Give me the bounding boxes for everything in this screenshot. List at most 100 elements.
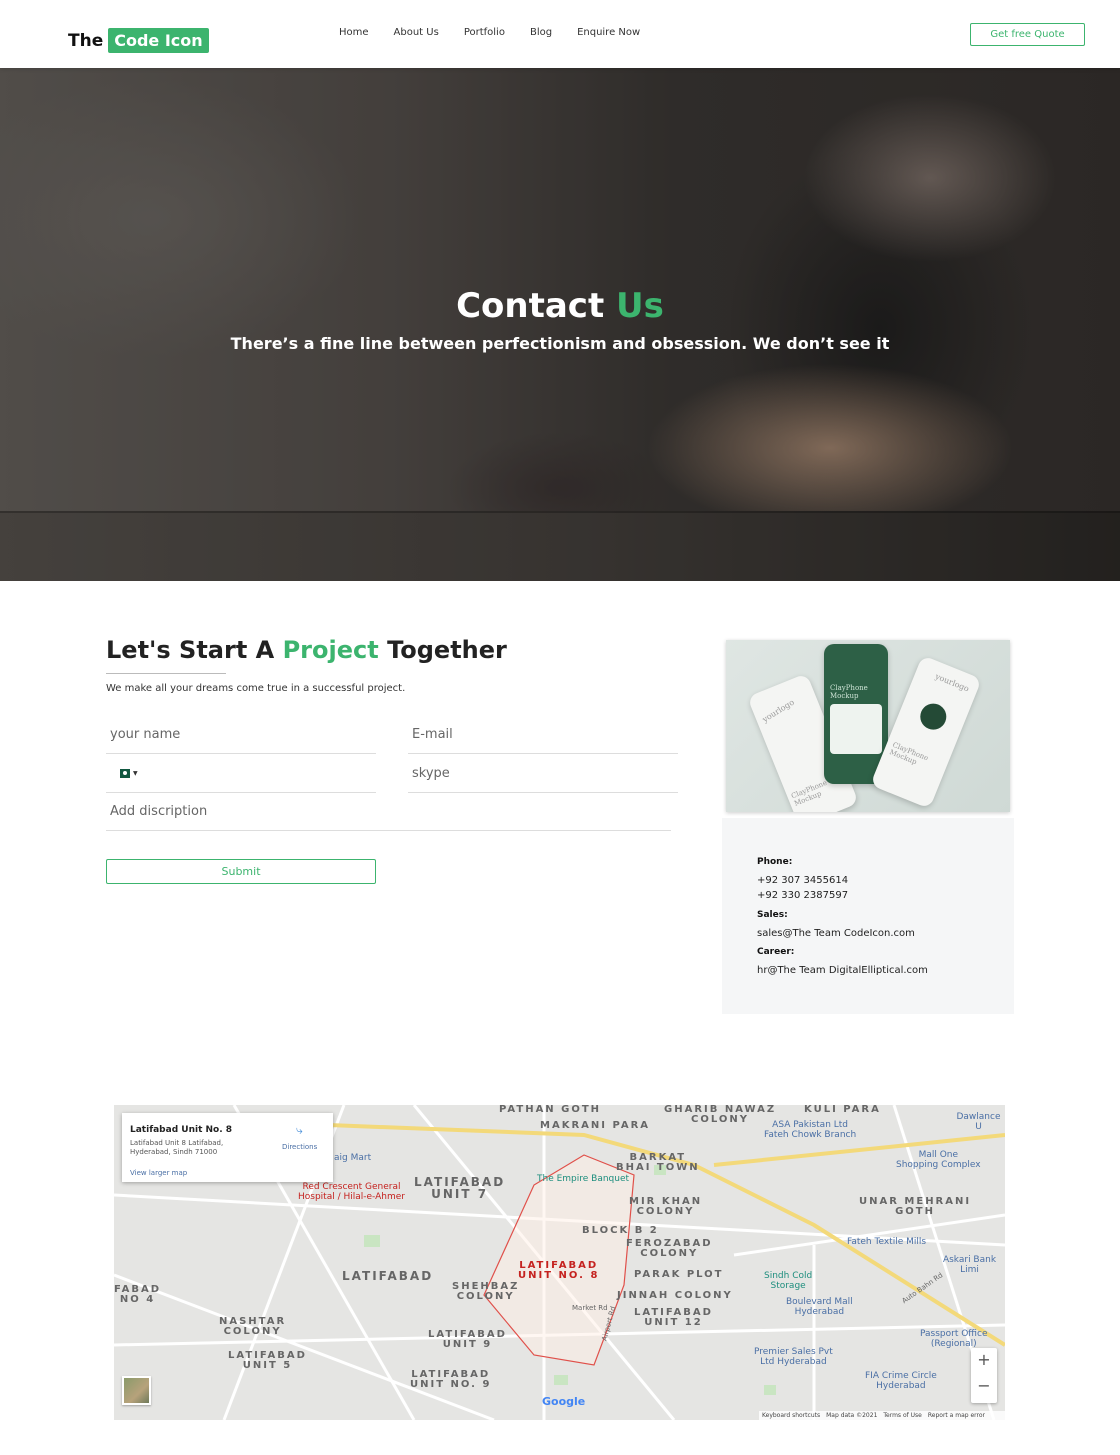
- keyboard-shortcuts-link[interactable]: Keyboard shortcuts: [762, 1412, 820, 1419]
- map-poi-red-crescent[interactable]: Red Crescent General Hospital / Hilal-e-…: [298, 1182, 405, 1203]
- map-poi-passport[interactable]: Passport Office (Regional): [920, 1329, 988, 1350]
- hero-subtitle: There’s a fine line between perfectionis…: [230, 334, 890, 353]
- map-address-line-2: Hyderabad, Sindh 71000: [130, 1148, 218, 1157]
- map-info-box: Latifabad Unit No. 8 Latifabad Unit 8 La…: [122, 1113, 333, 1182]
- chevron-down-icon[interactable]: ▼: [133, 770, 138, 777]
- map-label-jinnah: JINNAH COLONY: [617, 1290, 733, 1301]
- description-field[interactable]: Add discription: [106, 793, 671, 831]
- directions-icon[interactable]: ⤷: [296, 1123, 310, 1137]
- satellite-toggle[interactable]: [122, 1376, 151, 1405]
- nav-portfolio[interactable]: Portfolio: [464, 27, 505, 38]
- map-poi-mall-one[interactable]: Mall One Shopping Complex: [896, 1150, 981, 1171]
- map-label-mir-khan: MIR KHAN COLONY: [629, 1196, 703, 1217]
- skype-placeholder: skype: [412, 766, 450, 781]
- location-map[interactable]: PATHAN GOTH GHARIB NAWAZ COLONY KULI PAR…: [114, 1105, 1005, 1420]
- email-placeholder: E-mail: [412, 727, 453, 742]
- directions-link[interactable]: Directions: [282, 1143, 317, 1151]
- map-footer: Keyboard shortcuts Map data ©2021 Terms …: [759, 1411, 1005, 1420]
- map-poi-fia[interactable]: FIA Crime Circle Hyderabad: [865, 1371, 937, 1392]
- map-poi-aig-mart[interactable]: aig Mart: [334, 1153, 371, 1164]
- report-error-link[interactable]: Report a map error: [928, 1412, 985, 1419]
- terms-link[interactable]: Terms of Use: [883, 1412, 921, 1419]
- google-wordmark: Google: [542, 1395, 586, 1408]
- map-label-latifabad-no9: LATIFABAD UNIT NO. 9: [410, 1369, 492, 1390]
- main-nav: Home About Us Portfolio Blog Enquire Now: [339, 27, 665, 38]
- contact-info-card: Phone: +92 307 3455614 +92 330 2387597 S…: [722, 818, 1014, 1014]
- phone-mockup-image: yourlogo ClayPhone Mockup ClayPhone Mock…: [726, 640, 1010, 812]
- hero-title-accent: Us: [616, 286, 664, 326]
- map-label-makrani-para: MAKRANI PARA: [540, 1120, 651, 1131]
- map-label-shehbaz: SHEHBAZ COLONY: [452, 1281, 520, 1302]
- get-quote-button[interactable]: Get free Quote: [970, 23, 1085, 46]
- phone-number-1[interactable]: +92 307 3455614: [757, 875, 848, 886]
- map-label-fabad-4: FABAD NO 4: [114, 1284, 162, 1305]
- email-field[interactable]: E-mail: [408, 716, 678, 754]
- map-label-nashtar: NASHTAR COLONY: [219, 1316, 287, 1337]
- logo-text-box: Code Icon: [108, 28, 209, 53]
- map-label-latifabad: LATIFABAD: [342, 1269, 434, 1283]
- mockup-caption: ClayPhone Mockup: [888, 740, 930, 767]
- mockup-screen: [830, 704, 882, 754]
- pakistan-flag-icon[interactable]: [116, 769, 130, 778]
- sales-email[interactable]: sales@The Team CodeIcon.com: [757, 928, 915, 939]
- map-poi-premier[interactable]: Premier Sales Pvt Ltd Hyderabad: [754, 1347, 833, 1368]
- sales-label: Sales:: [757, 910, 788, 920]
- map-label-barkat-bhai: BARKAT BHAI TOWN: [616, 1152, 700, 1173]
- hero-title-main: Contact: [456, 286, 605, 326]
- map-poi-askari[interactable]: Askari Bank Limi: [934, 1255, 1005, 1276]
- section-title-accent: Project: [282, 636, 379, 664]
- career-label: Career:: [757, 947, 795, 957]
- map-label-gharib-nawaz: GHARIB NAWAZ COLONY: [664, 1105, 777, 1125]
- map-label-block-b2: BLOCK B 2: [582, 1225, 659, 1236]
- nav-home[interactable]: Home: [339, 27, 369, 38]
- map-poi-sindh-cold[interactable]: Sindh Cold Storage: [764, 1271, 812, 1292]
- mockup-leaf-icon: [916, 699, 951, 734]
- description-placeholder: Add discription: [110, 804, 208, 819]
- section-title-start: Let's Start A: [106, 636, 275, 664]
- logo-text-the: The: [68, 30, 104, 51]
- zoom-in-icon[interactable]: +: [971, 1350, 997, 1369]
- map-label-latifabad-5: LATIFABAD UNIT 5: [228, 1350, 307, 1371]
- nav-about[interactable]: About Us: [394, 27, 439, 38]
- name-field[interactable]: your name: [106, 716, 376, 754]
- map-address-line-1: Latifabad Unit 8 Latifabad,: [130, 1139, 224, 1147]
- nav-blog[interactable]: Blog: [530, 27, 552, 38]
- map-poi-dawlance[interactable]: Dawlance U: [952, 1112, 1005, 1133]
- map-info-address: Latifabad Unit 8 Latifabad, Hyderabad, S…: [130, 1139, 223, 1157]
- map-label-parak-plot: PARAK PLOT: [634, 1269, 724, 1280]
- map-label-ferozabad: FEROZABAD COLONY: [626, 1238, 713, 1259]
- nav-enquire[interactable]: Enquire Now: [577, 27, 640, 38]
- map-label-pathan-goth: PATHAN GOTH: [499, 1105, 602, 1115]
- map-road-market: Market Rd: [572, 1304, 608, 1312]
- google-logo: Google: [542, 1395, 585, 1408]
- map-info-title: Latifabad Unit No. 8: [130, 1125, 233, 1135]
- map-zoom-control: + −: [971, 1348, 997, 1403]
- view-larger-map-link[interactable]: View larger map: [130, 1169, 187, 1177]
- skype-field[interactable]: skype: [408, 755, 678, 793]
- section-title-end: Together: [387, 636, 507, 664]
- map-label-latifabad-9: LATIFABAD UNIT 9: [428, 1329, 507, 1350]
- phone-field[interactable]: ▼: [106, 755, 376, 793]
- map-label-kuli-para: KULI PARA: [804, 1105, 881, 1115]
- phone-number-2[interactable]: +92 330 2387597: [757, 890, 848, 901]
- name-placeholder: your name: [110, 727, 181, 742]
- map-poi-fateh-textile[interactable]: Fateh Textile Mills: [847, 1237, 926, 1248]
- map-label-unar-mehrani: UNAR MEHRANI GOTH: [859, 1196, 972, 1217]
- mockup-logo-text: yourlogo: [933, 671, 971, 694]
- submit-button[interactable]: Submit: [106, 859, 376, 884]
- hero-title: Contact Us: [0, 286, 1120, 326]
- map-poi-empire-banquet[interactable]: The Empire Banquet: [537, 1174, 629, 1185]
- zoom-out-icon[interactable]: −: [971, 1376, 997, 1395]
- map-label-latifabad-8: LATIFABAD UNIT NO. 8: [518, 1260, 600, 1281]
- logo[interactable]: The Code Icon: [68, 28, 209, 53]
- section-title: Let's Start A Project Together: [106, 636, 507, 664]
- hero-banner: Contact Us There’s a fine line between p…: [0, 68, 1120, 581]
- map-label-latifabad-12: LATIFABAD UNIT 12: [634, 1307, 713, 1328]
- site-header: The Code Icon Home About Us Portfolio Bl…: [0, 0, 1120, 68]
- mockup-logo-text: yourlogo: [760, 697, 796, 725]
- mockup-caption: ClayPhone Mockup: [830, 684, 868, 700]
- career-email[interactable]: hr@The Team DigitalElliptical.com: [757, 965, 928, 976]
- map-poi-boulevard[interactable]: Boulevard Mall Hyderabad: [786, 1297, 853, 1318]
- section-description: We make all your dreams come true in a s…: [106, 683, 406, 694]
- map-poi-asa-pakistan[interactable]: ASA Pakistan Ltd Fateh Chowk Branch: [764, 1120, 856, 1141]
